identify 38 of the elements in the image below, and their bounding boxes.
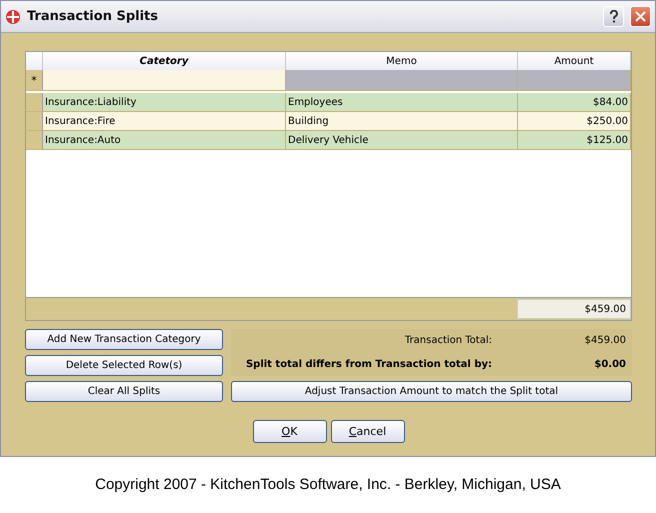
table-cell: $125.00 — [518, 131, 631, 150]
row-header[interactable] — [26, 93, 43, 112]
adjust-amount-button[interactable]: Adjust Transaction Amount to match the Split total — [231, 381, 632, 402]
table-cell: Insurance:Auto — [43, 131, 286, 150]
delete-rows-button[interactable]: Delete Selected Row(s) — [25, 355, 223, 376]
table-cell: Insurance:Fire — [43, 112, 286, 131]
total-cell: $459.00 — [517, 299, 631, 319]
new-row-cell[interactable] — [43, 70, 286, 91]
clear-splits-button[interactable]: Clear All Splits — [25, 381, 223, 402]
window-title: Transaction Splits — [27, 9, 160, 24]
close-button[interactable] — [630, 6, 651, 27]
add-category-button[interactable]: Add New Transaction Category — [25, 329, 223, 350]
difference-label: Split total differs from Transaction total by: — [244, 358, 493, 370]
table-cell: Insurance:Liability — [43, 93, 286, 112]
column-header[interactable]: Amount — [518, 52, 631, 70]
column-header[interactable]: Memo — [286, 52, 518, 70]
transaction-total-value: $459.00 — [584, 335, 626, 346]
close-icon — [635, 11, 646, 22]
ok-button[interactable]: OK — [252, 420, 326, 443]
new-row-cell[interactable] — [286, 70, 518, 91]
table-cell: Employees — [286, 93, 518, 112]
table-cell: $84.00 — [518, 93, 631, 112]
difference-value: $0.00 — [593, 358, 626, 370]
row-header[interactable] — [26, 131, 43, 150]
table-cell: Delivery Vehicle — [286, 131, 518, 150]
new-row-cell[interactable] — [518, 70, 631, 91]
transaction-total-label: Transaction Total: — [404, 335, 493, 346]
help-button[interactable] — [603, 6, 624, 27]
cancel-button[interactable]: Cancel — [330, 420, 404, 443]
app-icon — [5, 8, 21, 24]
copyright-text: Copyright 2007 - KitchenTools Software, Inc. - Berkley, Michigan, USA — [94, 476, 562, 493]
header-corner[interactable] — [26, 52, 43, 70]
table-cell: Building — [286, 112, 518, 131]
table-cell: $250.00 — [518, 112, 631, 131]
row-header[interactable] — [26, 112, 43, 131]
column-header[interactable]: Catetory — [43, 52, 286, 70]
new-row-marker: * — [26, 70, 43, 91]
help-icon — [608, 10, 618, 23]
